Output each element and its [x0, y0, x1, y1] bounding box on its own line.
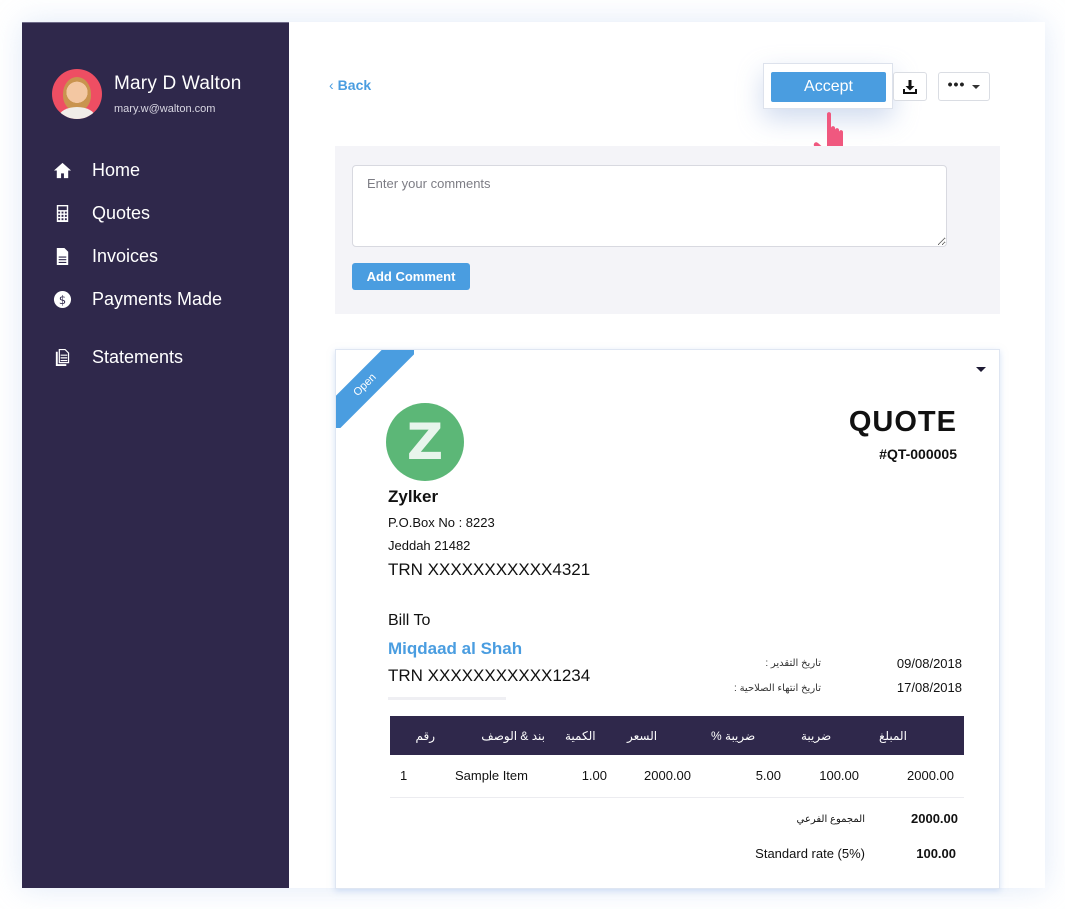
cell-tax-percent: 5.00 — [701, 755, 791, 798]
sidebar-item-statements[interactable]: Statements — [52, 336, 282, 379]
subtotal-label: المجموع الفرعي — [796, 814, 865, 825]
tax-label: Standard rate (5%) — [755, 846, 865, 861]
cell-amount: 2000.00 — [869, 755, 964, 798]
quote-number: #QT-000005 — [879, 446, 957, 462]
quote-title: QUOTE — [848, 406, 957, 438]
customer-trn: TRN XXXXXXXXXXX1234 — [388, 666, 591, 685]
sidebar-item-quotes[interactable]: Quotes — [52, 192, 282, 235]
sidebar-item-label: Statements — [92, 347, 184, 367]
document-icon — [52, 247, 72, 267]
column-header: بند & الوصف — [481, 728, 545, 743]
table-row: 1 Sample Item 1.00 2000.00 5.00 100.00 2… — [390, 755, 964, 798]
user-profile[interactable]: Mary D Walton mary.w@walton.com — [52, 69, 242, 119]
cell-item: Sample Item — [445, 755, 555, 798]
chevron-down-icon[interactable] — [976, 367, 986, 372]
cell-tax: 100.00 — [791, 755, 869, 798]
column-header: ضريبة — [801, 728, 832, 743]
company-logo: Z — [386, 403, 464, 481]
company-trn: TRN XXXXXXXXXXX4321 — [388, 560, 591, 579]
column-header: ضريبة % — [711, 728, 756, 743]
main-content: ‹Back Accept ••• Add Comment Open — [289, 22, 1045, 889]
cell-rate: 2000.00 — [617, 755, 701, 798]
calculator-icon — [52, 204, 72, 224]
download-button[interactable] — [893, 72, 927, 101]
quote-date-value: 09/08/2018 — [896, 656, 962, 671]
sidebar-item-invoices[interactable]: Invoices — [52, 235, 282, 278]
bill-to-label: Bill To — [388, 612, 431, 629]
dollar-icon: $ — [52, 290, 72, 310]
sidebar-item-payments-made[interactable]: $ Payments Made — [52, 278, 282, 321]
column-header: الكمية — [565, 728, 596, 743]
company-address-line1: P.O.Box No : 8223 — [388, 515, 495, 530]
company-address-line2: Jeddah 21482 — [388, 538, 471, 553]
chevron-left-icon: ‹ — [329, 77, 334, 93]
line-items-table: رقم بند & الوصف الكمية السعر ضريبة % ضري… — [390, 716, 964, 798]
quote-document: Open Z QUOTE #QT-000005 Zylker P.O.Box N… — [335, 349, 1000, 889]
expiry-date-label: تاريخ انتهاء الصلاحية : — [734, 683, 821, 694]
sidebar: Mary D Walton mary.w@walton.com Home Quo… — [22, 22, 289, 888]
tax-value: 100.00 — [916, 846, 956, 861]
sidebar-item-label: Quotes — [92, 203, 151, 223]
accept-popover: Accept — [763, 63, 893, 109]
sidebar-item-home[interactable]: Home — [52, 149, 282, 192]
customer-name-link[interactable]: Miqdaad al Shah — [388, 639, 522, 659]
accept-button[interactable]: Accept — [771, 72, 886, 102]
sidebar-item-label: Payments Made — [92, 289, 223, 309]
column-header: السعر — [627, 728, 658, 743]
user-name: Mary D Walton — [114, 73, 242, 94]
more-icon: ••• — [947, 75, 966, 92]
table-header-row: رقم بند & الوصف الكمية السعر ضريبة % ضري… — [390, 716, 964, 755]
user-email: mary.w@walton.com — [114, 103, 216, 115]
column-header: رقم — [415, 728, 435, 743]
sidebar-item-label: Invoices — [92, 246, 159, 266]
subtotal-value: 2000.00 — [911, 811, 958, 826]
quote-date-label: تاريخ التقدير : — [765, 658, 821, 669]
home-icon — [52, 161, 72, 181]
add-comment-button[interactable]: Add Comment — [352, 263, 470, 290]
back-link[interactable]: ‹ Back — [329, 77, 371, 93]
cell-quantity: 1.00 — [555, 755, 617, 798]
chevron-down-icon — [972, 84, 981, 89]
more-options-button[interactable]: ••• — [938, 72, 990, 101]
back-label: Back — [337, 77, 372, 93]
comment-panel: Add Comment — [335, 146, 1000, 314]
sidebar-item-label: Home — [92, 160, 141, 180]
divider — [388, 697, 506, 700]
app-window: Mary D Walton mary.w@walton.com Home Quo… — [22, 22, 1045, 889]
company-name: Zylker — [388, 487, 439, 506]
statements-icon — [52, 348, 72, 368]
expiry-date-value: 17/08/2018 — [896, 680, 962, 695]
download-icon — [903, 79, 917, 94]
sidebar-nav: Home Quotes Invoices $ Payments Made Sta… — [52, 149, 282, 379]
avatar — [52, 69, 102, 119]
comment-input[interactable] — [352, 165, 947, 247]
svg-text:$: $ — [58, 293, 65, 307]
cell-index: 1 — [390, 755, 445, 798]
column-header: المبلغ — [879, 728, 907, 743]
